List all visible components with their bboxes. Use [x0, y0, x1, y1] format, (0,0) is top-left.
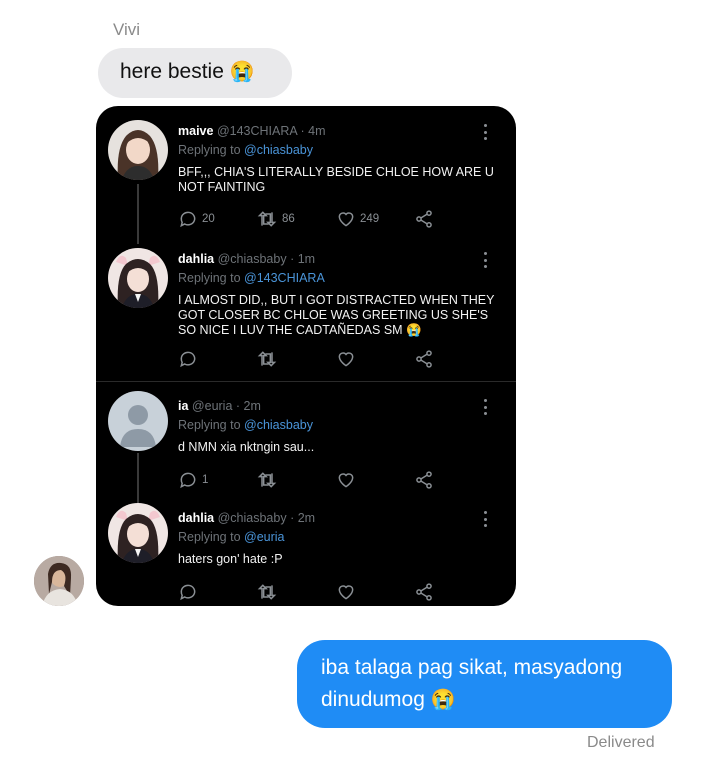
tweet-author-name[interactable]: dahlia: [178, 511, 214, 525]
sender-avatar[interactable]: [34, 556, 84, 606]
avatar[interactable]: [108, 248, 168, 308]
retweet-button[interactable]: [256, 581, 278, 603]
mention-link[interactable]: @143CHIARA: [244, 271, 325, 285]
tweet-header: dahlia @chiasbaby · 1m: [178, 252, 315, 266]
retweet-icon: [257, 472, 277, 488]
tweet-time: · 1m: [290, 252, 316, 266]
reply-icon: [180, 351, 196, 368]
tweet-actions: [178, 348, 448, 370]
tweet-time: · 2m: [235, 399, 261, 413]
heart-icon: [338, 352, 354, 367]
avatar[interactable]: [108, 391, 168, 451]
tweet-author-handle[interactable]: @euria: [192, 399, 233, 413]
tweet-author-name[interactable]: maive: [178, 124, 213, 138]
more-vertical-icon[interactable]: [481, 511, 489, 527]
tweet-time: · 4m: [300, 124, 326, 138]
reply-icon: [180, 584, 196, 601]
tweet-body: BFF,,, CHIA'S LITERALLY BESIDE CHLOE HOW…: [178, 165, 494, 194]
tweet-actions: [178, 581, 448, 603]
tweet-body: d NMN xia nktngin sau...: [178, 440, 315, 454]
tweet-author-handle[interactable]: @chiasbaby: [218, 252, 287, 266]
more-vertical-icon[interactable]: [481, 399, 489, 415]
reply-count: 1: [202, 474, 209, 486]
mention-link[interactable]: @chiasbaby: [244, 143, 313, 157]
replying-to: Replying to @chiasbaby: [178, 418, 313, 432]
outgoing-message-bubble[interactable]: iba talaga pag sikat, masyadong dinudumo…: [297, 640, 672, 728]
like-button[interactable]: [336, 469, 356, 491]
tweet-body: haters gon' hate :P: [178, 552, 283, 566]
crying-emoji: 😭: [430, 689, 456, 711]
tweet: maive @143CHIARA · 4m Replying to @chias…: [96, 106, 516, 244]
retweet-icon: [257, 211, 277, 227]
like-button[interactable]: [336, 348, 356, 370]
reply-button[interactable]: [178, 581, 198, 603]
like-button[interactable]: 249: [336, 208, 379, 230]
share-icon: [416, 210, 432, 228]
heart-icon: [338, 473, 354, 488]
tweet: ia @euria · 2m Replying to @chiasbaby d …: [96, 381, 516, 509]
retweet-button[interactable]: 86: [256, 208, 295, 230]
tweet-author-name[interactable]: ia: [178, 399, 188, 413]
replying-to: Replying to @143CHIARA: [178, 271, 325, 285]
share-icon: [416, 350, 432, 368]
share-button[interactable]: [414, 208, 434, 230]
heart-icon: [338, 212, 354, 227]
incoming-message-bubble[interactable]: here bestie 😭: [98, 48, 292, 98]
sender-name: Vivi: [113, 20, 141, 39]
retweet-button[interactable]: [256, 469, 278, 491]
avatar[interactable]: [108, 503, 168, 563]
share-icon: [416, 583, 432, 601]
tweet-thread-screenshot[interactable]: maive @143CHIARA · 4m Replying to @chias…: [96, 106, 516, 606]
reply-button[interactable]: [178, 348, 198, 370]
reply-button[interactable]: 20: [178, 208, 215, 230]
outgoing-message-line1: iba talaga pag sikat, masyadong: [321, 656, 623, 679]
crying-emoji: 😭: [229, 61, 255, 83]
avatar[interactable]: [108, 120, 168, 180]
tweet: dahlia @chiasbaby · 1m Replying to @143C…: [96, 234, 516, 380]
retweet-icon: [257, 584, 277, 600]
tweet-header: maive @143CHIARA · 4m: [178, 124, 326, 138]
tweet-author-name[interactable]: dahlia: [178, 252, 214, 266]
tweet-author-handle[interactable]: @143CHIARA: [217, 124, 297, 138]
share-icon: [416, 471, 432, 489]
tweet-header: dahlia @chiasbaby · 2m: [178, 511, 315, 525]
reply-icon: [180, 211, 196, 228]
tweet-author-handle[interactable]: @chiasbaby: [218, 511, 287, 525]
more-vertical-icon[interactable]: [481, 252, 489, 268]
outgoing-message-line2: dinudumog: [321, 688, 425, 711]
mention-link[interactable]: @euria: [244, 530, 285, 544]
retweet-icon: [257, 351, 277, 367]
incoming-message-text: here bestie: [120, 60, 224, 83]
more-vertical-icon[interactable]: [481, 124, 489, 140]
reply-button[interactable]: 1: [178, 469, 208, 491]
reply-icon: [180, 472, 196, 489]
reply-count: 20: [202, 213, 215, 225]
tweet-header: ia @euria · 2m: [178, 399, 261, 413]
delivery-status: Delivered: [587, 734, 655, 751]
tweet-body: I ALMOST DID,, BUT I GOT DISTRACTED WHEN…: [178, 293, 495, 337]
retweet-button[interactable]: [256, 348, 278, 370]
tweet-actions: 1: [178, 469, 448, 491]
like-count: 249: [360, 213, 380, 225]
share-button[interactable]: [414, 348, 434, 370]
replying-to: Replying to @chiasbaby: [178, 143, 313, 157]
tweet: dahlia @chiasbaby · 2m Replying to @euri…: [96, 493, 516, 606]
replying-to: Replying to @euria: [178, 530, 285, 544]
tweet-actions: 20 86 249: [178, 208, 448, 230]
share-button[interactable]: [414, 581, 434, 603]
retweet-count: 86: [282, 213, 295, 225]
tweet-time: · 2m: [290, 511, 316, 525]
heart-icon: [338, 585, 354, 600]
like-button[interactable]: [336, 581, 356, 603]
share-button[interactable]: [414, 469, 434, 491]
mention-link[interactable]: @chiasbaby: [244, 418, 313, 432]
